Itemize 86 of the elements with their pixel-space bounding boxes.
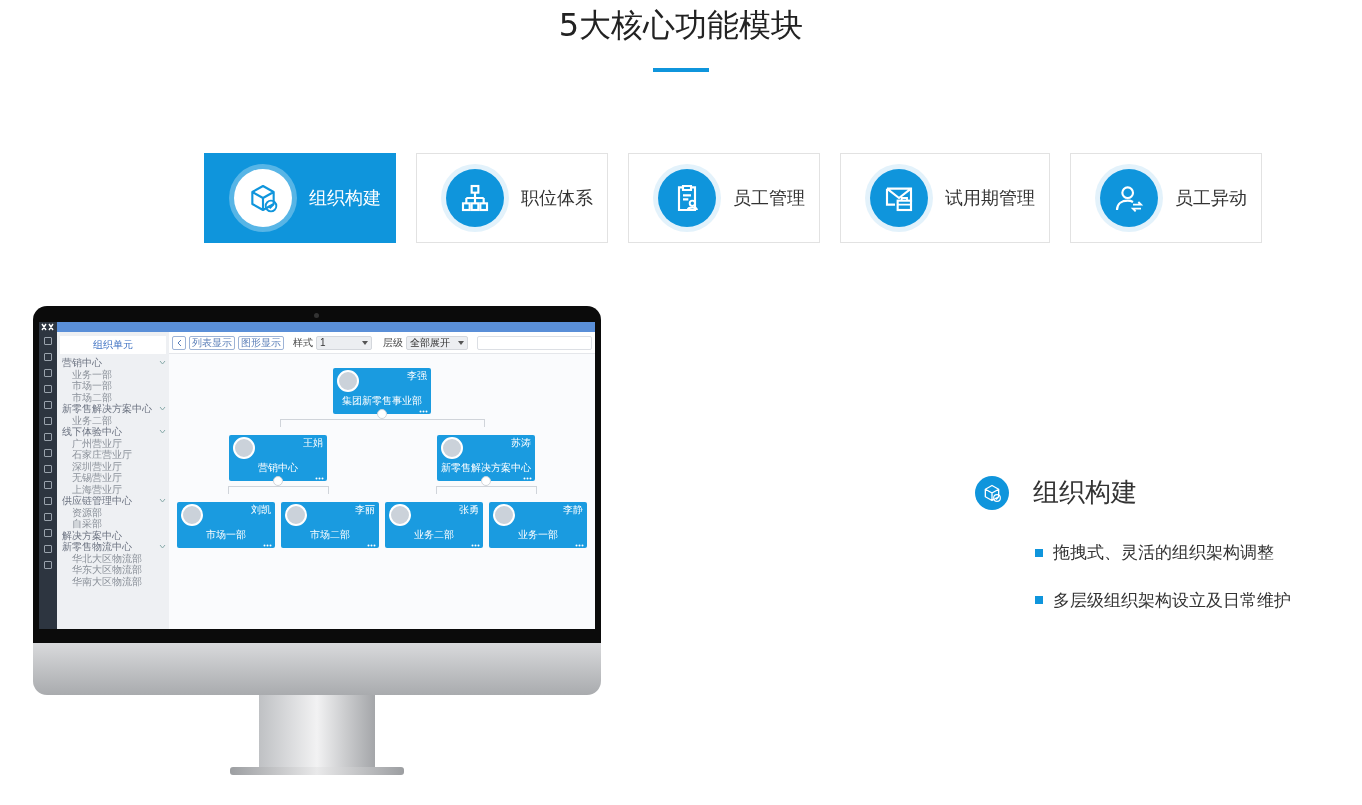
department-name: 业务二部: [413, 529, 455, 540]
tree-item[interactable]: 供应链管理中心: [60, 495, 166, 507]
search-field[interactable]: [477, 335, 592, 350]
chevron-icon: [159, 429, 166, 435]
tree-item[interactable]: 自采部: [60, 518, 166, 530]
org-node-card[interactable]: 李静 业务一部: [489, 502, 587, 548]
department-name: 营销中心: [257, 462, 299, 473]
collapse-toggle[interactable]: [273, 476, 283, 486]
field-label: 样式: [293, 336, 313, 350]
avatar-placeholder: [233, 437, 255, 459]
hierarchy-icon: [459, 182, 491, 214]
collapse-toggle[interactable]: [481, 476, 491, 486]
dropdown[interactable]: 1: [316, 335, 372, 350]
person-name: 刘凯: [251, 504, 271, 515]
more-dots-icon[interactable]: [367, 544, 376, 547]
section-title: 5大核心功能模块: [558, 5, 804, 45]
department-name: 市场二部: [309, 529, 351, 540]
more-dots-icon[interactable]: [263, 544, 272, 547]
avatar-placeholder: [389, 504, 411, 526]
department-name: 集团新零售事业部: [341, 395, 423, 406]
org-node-card[interactable]: 李丽 市场二部: [281, 502, 379, 548]
org-node-card[interactable]: 王娟 营销中心: [229, 435, 327, 481]
chevron-icon: [159, 544, 166, 550]
cube-icon: [982, 482, 1002, 503]
person-name: 李静: [563, 504, 583, 515]
department-name: 新零售解决方案中心: [440, 462, 532, 473]
person-name: 李丽: [355, 504, 375, 515]
field-label: 层级: [383, 336, 403, 350]
tree-item[interactable]: 广州营业厅: [60, 437, 166, 449]
chevron-left-icon: [176, 338, 182, 347]
feature-point: 拖拽式、灵活的组织架构调整: [1053, 542, 1274, 564]
tree-item[interactable]: 华东大区物流部: [60, 564, 166, 576]
more-dots-icon[interactable]: [315, 477, 324, 480]
person-name: 张勇: [459, 504, 479, 515]
avatar-placeholder: [181, 504, 203, 526]
department-name: 市场一部: [205, 529, 247, 540]
avatar-placeholder: [285, 504, 307, 526]
collapse-toggle[interactable]: [377, 409, 387, 419]
more-dots-icon[interactable]: [471, 544, 480, 547]
feature-title: 组织构建: [1033, 476, 1137, 509]
org-node-card[interactable]: 苏涛 新零售解决方案中心: [437, 435, 535, 481]
org-node-card[interactable]: 李强 集团新零售事业部: [333, 368, 431, 414]
chevron-icon: [159, 360, 166, 366]
module-tab[interactable]: 试用期管理: [840, 153, 1050, 243]
feature-point: 多层级组织架构设立及日常维护: [1053, 589, 1291, 612]
chevron-icon: [159, 406, 166, 412]
camera-icon: [314, 313, 319, 318]
tree-item[interactable]: 上海营业厅: [60, 483, 166, 495]
person-name: 李强: [407, 370, 427, 381]
tree-item[interactable]: 华南大区物流部: [60, 575, 166, 587]
bullet-icon: [1035, 548, 1043, 557]
person-name: 王娟: [303, 437, 323, 448]
tree-item[interactable]: 华北大区物流部: [60, 552, 166, 564]
view-button[interactable]: 列表显示: [189, 335, 235, 350]
more-dots-icon[interactable]: [575, 544, 584, 547]
avatar-placeholder: [441, 437, 463, 459]
org-node-card[interactable]: 刘凯 市场一部: [177, 502, 275, 548]
department-name: 业务一部: [517, 529, 559, 540]
tree-item[interactable]: 无锡营业厅: [60, 472, 166, 484]
module-tab[interactable]: 组织构建: [204, 153, 396, 243]
person-name: 苏涛: [511, 437, 531, 448]
tree-item[interactable]: 资源部: [60, 506, 166, 518]
avatar-placeholder: [493, 504, 515, 526]
module-tab[interactable]: 员工管理: [628, 153, 820, 243]
title-underline: [653, 68, 709, 72]
avatar-placeholder: [337, 370, 359, 392]
more-dots-icon[interactable]: [419, 410, 428, 413]
view-button[interactable]: 图形显示: [238, 335, 284, 350]
tree-item[interactable]: 深圳营业厅: [60, 460, 166, 472]
back-button[interactable]: [172, 335, 186, 350]
tree-item[interactable]: 石家庄营业厅: [60, 449, 166, 461]
caret-icon: [458, 340, 464, 345]
sidebar-title: 组织单元: [60, 336, 166, 354]
more-dots-icon[interactable]: [523, 477, 532, 480]
caret-icon: [362, 340, 368, 345]
tree-item[interactable]: 营销中心: [60, 357, 166, 369]
dropdown[interactable]: 全部展开: [406, 335, 468, 350]
org-node-card[interactable]: 张勇 业务二部: [385, 502, 483, 548]
chevron-icon: [159, 498, 166, 504]
module-tab[interactable]: 员工异动: [1070, 153, 1262, 243]
bullet-icon: [1035, 596, 1043, 605]
tree-item[interactable]: 线下体验中心: [60, 426, 166, 438]
tree-item[interactable]: 新零售解决方案中心: [60, 403, 166, 415]
tree-item[interactable]: 解决方案中心: [60, 529, 166, 541]
tree-item[interactable]: 新零售物流中心: [60, 541, 166, 553]
module-tab[interactable]: 职位体系: [416, 153, 608, 243]
